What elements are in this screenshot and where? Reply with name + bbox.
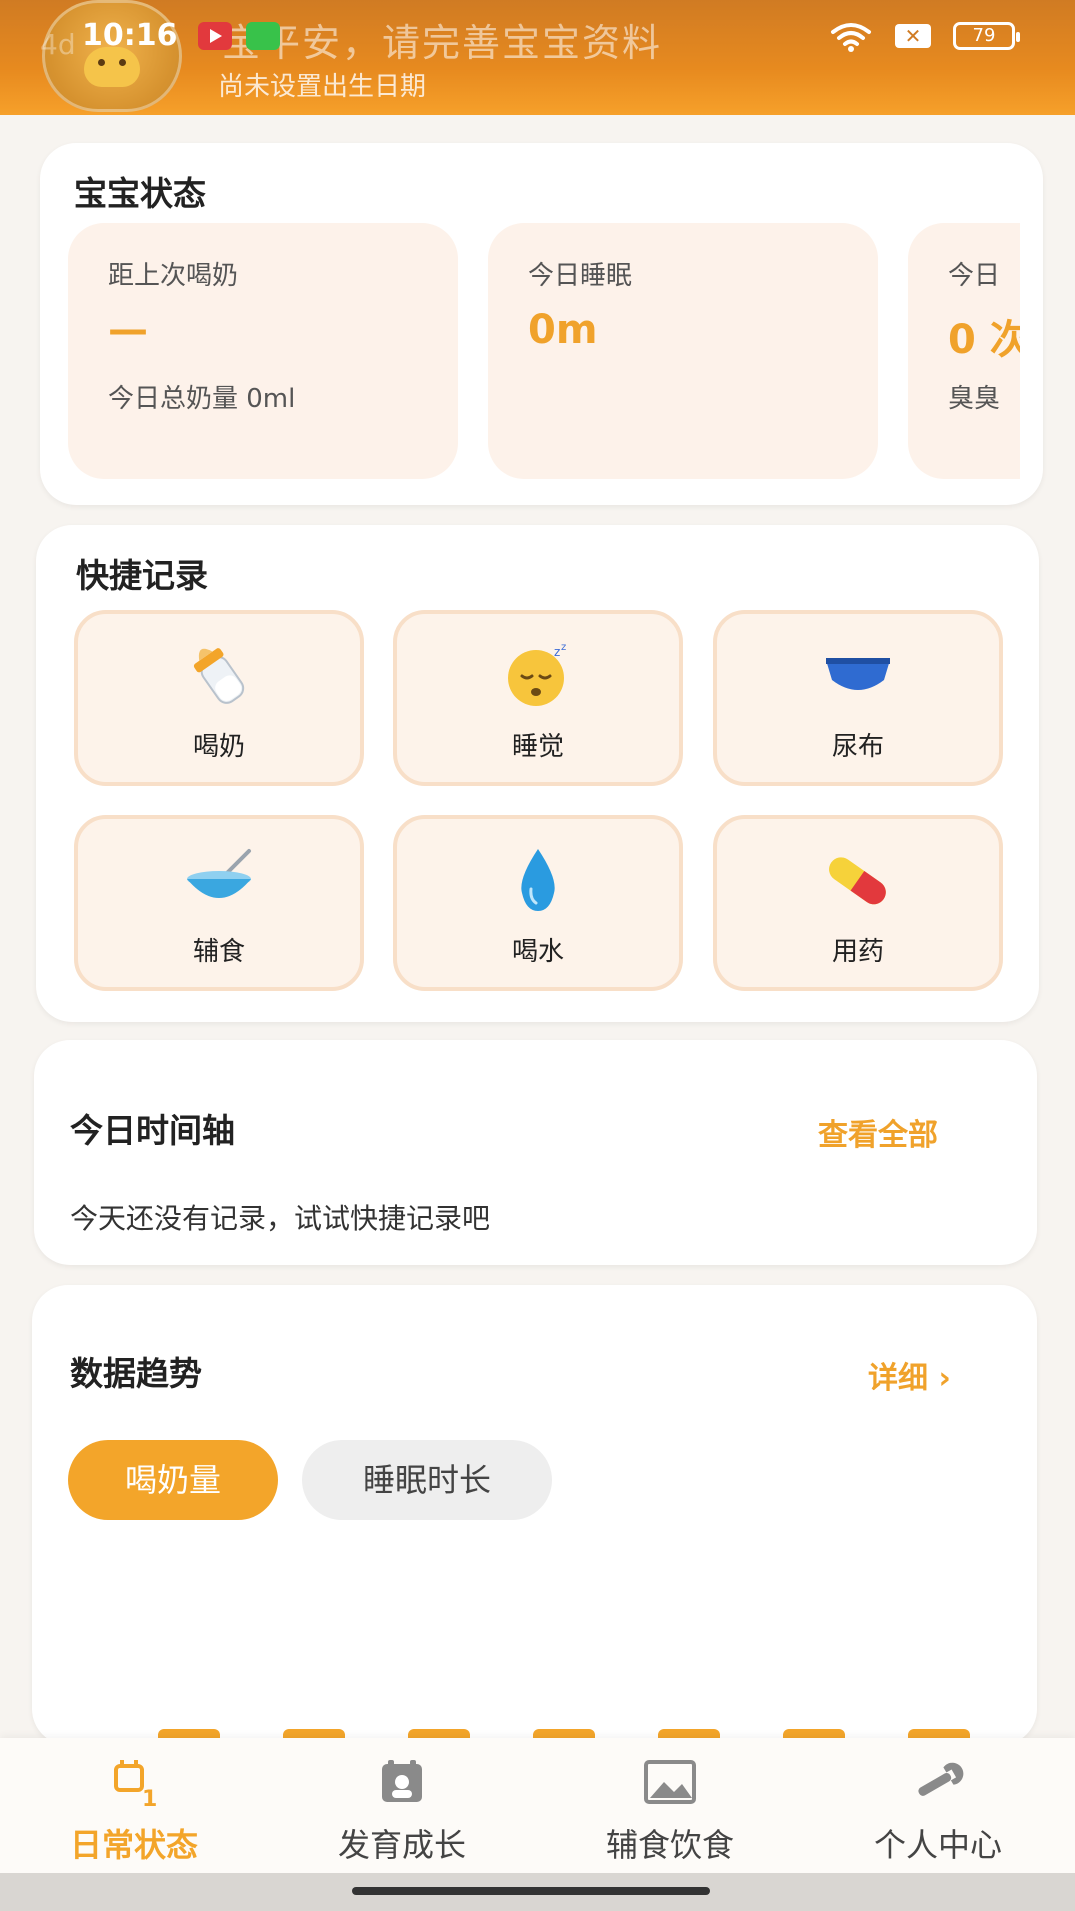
trend-card: 数据趋势 详细 › 喝奶量 睡眠时长	[32, 1285, 1037, 1749]
growth-chart-icon	[374, 1754, 430, 1810]
baby-bottle-icon	[179, 640, 259, 710]
stat-sub: 今日总奶量 0ml	[108, 384, 296, 414]
calendar-icon: 1	[106, 1754, 162, 1812]
timeline-card: 今日时间轴 查看全部 今天还没有记录，试试快捷记录吧	[34, 1040, 1037, 1265]
quick-record-card: 快捷记录 喝奶 z z 睡觉 尿布 辅食 喝水 用药	[36, 525, 1039, 1022]
bowl-icon	[179, 845, 259, 915]
diaper-icon	[818, 640, 898, 710]
svg-text:z: z	[561, 642, 566, 653]
quick-record-title: 快捷记录	[76, 556, 208, 595]
quick-sleep-button[interactable]: z z 睡觉	[393, 610, 683, 786]
tab-milk-volume[interactable]: 喝奶量	[68, 1440, 278, 1520]
stat-tile-last-feed[interactable]: 距上次喝奶 — 今日总奶量 0ml	[68, 223, 458, 479]
quick-diaper-button[interactable]: 尿布	[713, 610, 1003, 786]
trend-chart	[92, 1595, 972, 1749]
nav-label: 辅食饮食	[605, 1826, 734, 1864]
tab-sleep-duration[interactable]: 睡眠时长	[302, 1440, 552, 1520]
status-tiles-scroller[interactable]: 距上次喝奶 — 今日总奶量 0ml 今日睡眠 0m 今日 0 次 臭臭	[68, 223, 1020, 485]
notification-off-icon: ✕	[895, 24, 931, 48]
quick-button-label: 辅食	[192, 937, 245, 967]
battery-icon: 79	[953, 22, 1020, 50]
quick-water-button[interactable]: 喝水	[393, 815, 683, 991]
baby-status-card: 宝宝状态 距上次喝奶 — 今日总奶量 0ml 今日睡眠 0m 今日 0 次 臭臭	[40, 143, 1043, 505]
trend-title: 数据趋势	[70, 1354, 202, 1393]
nav-daily-status[interactable]: 1 日常状态	[0, 1738, 268, 1873]
detail-link[interactable]: 详细 ›	[868, 1353, 951, 1397]
quick-medicine-button[interactable]: 用药	[713, 815, 1003, 991]
stat-value: —	[108, 307, 148, 353]
nav-label: 个人中心	[873, 1826, 1002, 1864]
stat-value: 0 次	[948, 317, 1020, 363]
stat-label: 今日	[948, 261, 1001, 291]
quick-button-label: 喝水	[511, 937, 564, 967]
quick-button-label: 喝奶	[192, 732, 245, 762]
quick-button-label: 尿布	[831, 732, 884, 762]
gesture-area	[0, 1873, 1075, 1911]
image-icon	[642, 1754, 698, 1810]
view-all-link[interactable]: 查看全部	[818, 1110, 938, 1154]
baby-status-title: 宝宝状态	[74, 174, 206, 213]
stat-label: 距上次喝奶	[108, 261, 239, 291]
timeline-title: 今日时间轴	[70, 1111, 235, 1150]
status-time: 10:16	[82, 18, 178, 53]
sleeping-face-icon: z z	[498, 640, 578, 710]
stat-label: 今日睡眠	[528, 261, 633, 291]
bottom-nav: 1 日常状态 发育成长 辅食饮食 个人中心	[0, 1738, 1075, 1873]
top-header: 4d 宝平安，请完善宝宝资料 尚未设置出生日期 10:16 ✕ 79	[0, 0, 1075, 115]
stat-tile-poop[interactable]: 今日 0 次 臭臭	[908, 223, 1020, 479]
status-indicators: ✕ 79	[829, 20, 1020, 52]
nav-label: 日常状态	[69, 1826, 198, 1864]
quick-button-label: 睡觉	[511, 732, 564, 762]
nav-profile[interactable]: 个人中心	[804, 1738, 1072, 1873]
quick-feed-button[interactable]: 喝奶	[74, 610, 364, 786]
svg-text:z: z	[554, 645, 560, 659]
stat-value: 0m	[528, 307, 598, 353]
battery-level: 79	[972, 25, 996, 46]
wrench-icon	[910, 1754, 966, 1810]
pill-icon	[818, 845, 898, 915]
timeline-empty-text: 今天还没有记录，试试快捷记录吧	[70, 1202, 491, 1235]
quick-solid-food-button[interactable]: 辅食	[74, 815, 364, 991]
status-bar: 10:16 ✕ 79	[0, 0, 1075, 78]
quick-button-label: 用药	[831, 937, 884, 967]
nav-food[interactable]: 辅食饮食	[536, 1738, 804, 1873]
chat-app-icon	[246, 22, 280, 50]
wifi-icon	[829, 20, 873, 52]
stat-sub: 臭臭	[948, 384, 1001, 414]
home-indicator[interactable]	[352, 1887, 710, 1895]
nav-growth[interactable]: 发育成长	[268, 1738, 536, 1873]
water-drop-icon	[498, 845, 578, 915]
video-app-icon	[198, 22, 232, 50]
svg-text:1: 1	[142, 1787, 157, 1810]
nav-label: 发育成长	[337, 1826, 466, 1864]
stat-tile-sleep[interactable]: 今日睡眠 0m	[488, 223, 878, 479]
